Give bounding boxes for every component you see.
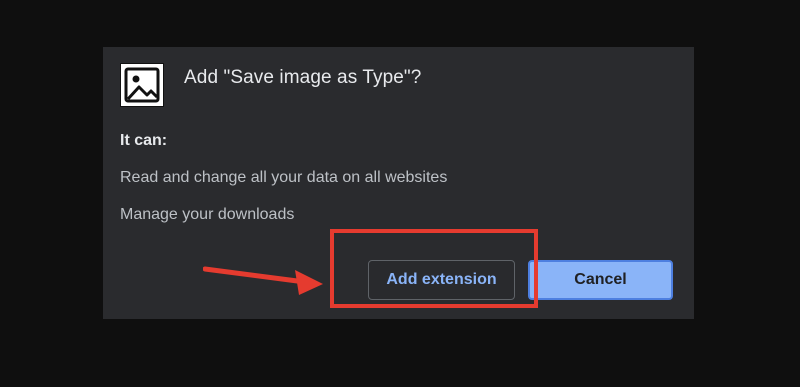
image-icon xyxy=(120,63,164,107)
cancel-button[interactable]: Cancel xyxy=(528,260,673,300)
add-extension-button[interactable]: Add extension xyxy=(368,260,515,300)
extension-install-dialog: Add "Save image as Type"? It can: Read a… xyxy=(103,47,694,319)
permission-item: Manage your downloads xyxy=(120,206,295,223)
dialog-title: Add "Save image as Type"? xyxy=(184,67,422,88)
permission-item: Read and change all your data on all web… xyxy=(120,169,448,186)
permissions-heading: It can: xyxy=(120,132,168,149)
